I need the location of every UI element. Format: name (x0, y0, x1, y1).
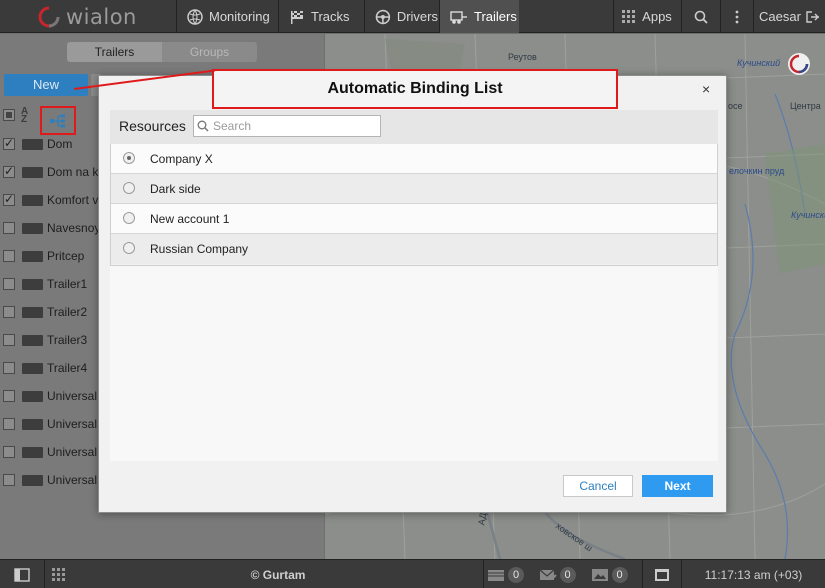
dialog-title: Automatic Binding List (327, 80, 503, 97)
resource-name: Russian Company (150, 242, 249, 256)
dialog-title-highlight: Automatic Binding List (212, 69, 618, 109)
resource-row[interactable]: Company X (111, 144, 717, 174)
resource-name: Company X (150, 152, 213, 166)
resource-row[interactable]: Russian Company (111, 234, 717, 264)
resource-radio[interactable] (123, 182, 135, 194)
resource-radio[interactable] (123, 212, 135, 224)
close-icon[interactable]: × (702, 81, 710, 97)
resource-name: Dark side (150, 182, 201, 196)
cancel-button[interactable]: Cancel (563, 475, 633, 497)
resources-filter-bar: Resources (110, 110, 718, 144)
automatic-binding-dialog: Automatic Binding List × Resources Compa… (98, 69, 727, 513)
resource-radio[interactable] (123, 242, 135, 254)
resources-list: Company X Dark side New account 1 Russian C… (110, 144, 718, 266)
dialog-body (110, 266, 718, 461)
resources-label: Resources (119, 118, 186, 134)
dialog-header: Automatic Binding List × (99, 69, 726, 109)
next-button[interactable]: Next (642, 475, 713, 497)
search-icon (197, 120, 209, 132)
search-field (193, 115, 381, 137)
resource-row[interactable]: New account 1 (111, 204, 717, 234)
search-input[interactable] (213, 118, 377, 134)
resource-row[interactable]: Dark side (111, 174, 717, 204)
resource-radio[interactable] (123, 152, 135, 164)
resource-name: New account 1 (150, 212, 230, 226)
